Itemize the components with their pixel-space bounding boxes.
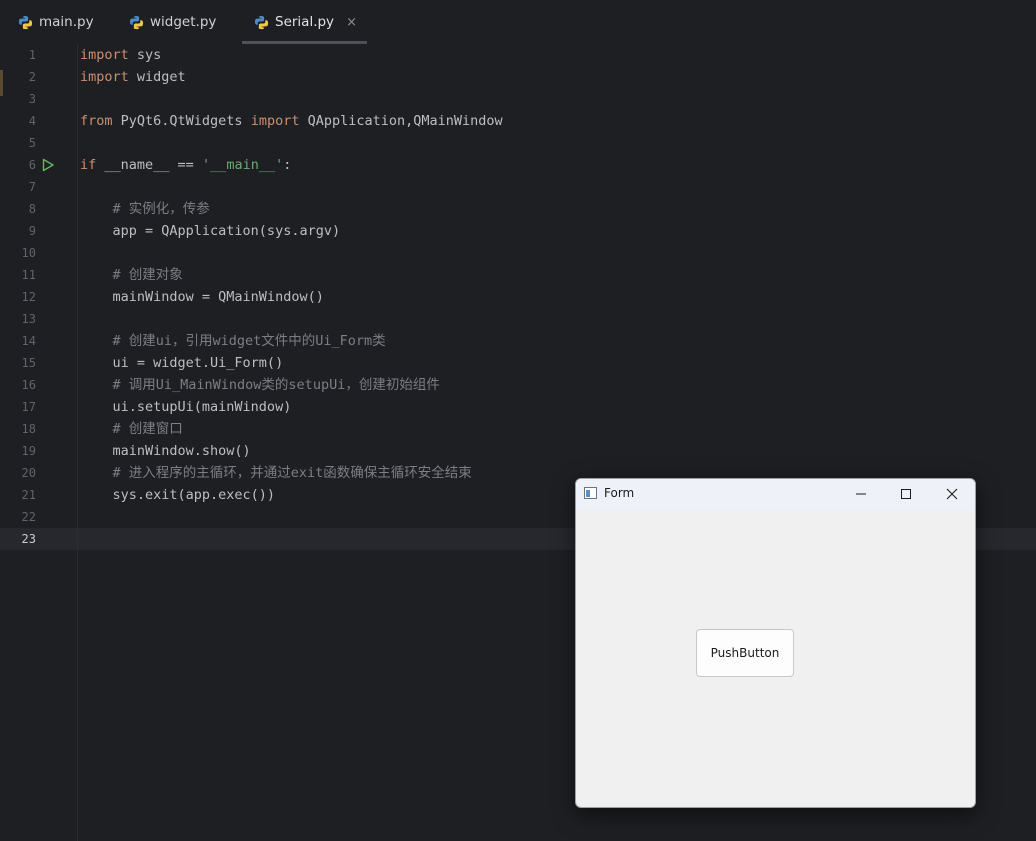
code-line: mainWindow = QMainWindow() — [80, 289, 324, 305]
line-number: 9 — [28, 224, 36, 238]
code-line: # 实例化，传参 — [112, 201, 210, 217]
tab-main-py[interactable]: main.py — [18, 0, 94, 44]
code-line: import sys — [80, 47, 162, 63]
code-line: mainWindow.show() — [80, 443, 251, 459]
line-number: 19 — [21, 444, 36, 458]
qt-form-window[interactable]: Form PushButton — [575, 478, 976, 808]
line-number: 15 — [21, 356, 36, 370]
code-line: from PyQt6.QtWidgets import QApplication… — [80, 113, 503, 129]
code-line: # 调用Ui_MainWindow类的setupUi，创建初始组件 — [112, 377, 440, 393]
push-button[interactable]: PushButton — [696, 629, 794, 677]
close-icon — [946, 488, 958, 500]
line-gutter: 1 2 3 4 5 6 7 8 9 10 11 12 13 14 15 16 1… — [0, 44, 78, 841]
code-line: # 创建窗口 — [112, 421, 183, 437]
minimize-icon — [856, 493, 866, 495]
line-number: 10 — [21, 246, 36, 260]
code-line: # 创建ui，引用widget文件中的Ui_Form类 — [112, 333, 386, 349]
tab-widget-py[interactable]: widget.py — [129, 0, 216, 44]
tab-serial-py[interactable]: Serial.py × — [242, 0, 367, 44]
line-number: 1 — [28, 48, 36, 62]
maximize-button[interactable] — [883, 479, 929, 509]
line-number: 2 — [28, 70, 36, 84]
python-icon — [18, 15, 33, 29]
close-button[interactable] — [929, 479, 975, 509]
maximize-icon — [901, 489, 911, 499]
line-number: 16 — [21, 378, 36, 392]
window-title: Form — [604, 486, 635, 500]
run-triangle-icon[interactable] — [41, 158, 55, 172]
line-number: 4 — [28, 114, 36, 128]
line-number: 17 — [21, 400, 36, 414]
window-app-icon — [584, 487, 597, 499]
tab-label: widget.py — [150, 14, 217, 30]
code-line: ui = widget.Ui_Form() — [80, 355, 284, 371]
window-title-bar[interactable]: Form — [576, 479, 975, 509]
minimize-button[interactable] — [838, 479, 884, 509]
code-line: if __name__ == '__main__': — [80, 157, 292, 173]
line-number: 22 — [21, 510, 36, 524]
python-icon — [129, 15, 144, 29]
code-line: import widget — [80, 69, 186, 85]
line-number-current: 23 — [21, 532, 36, 546]
tab-label: Serial.py — [275, 14, 335, 30]
line-number: 21 — [21, 488, 36, 502]
tab-label: main.py — [39, 14, 94, 30]
line-number: 20 — [21, 466, 36, 480]
line-number: 14 — [21, 334, 36, 348]
line-number: 5 — [28, 136, 36, 150]
code-line: # 创建对象 — [112, 267, 183, 283]
line-number: 3 — [28, 92, 36, 106]
line-number: 18 — [21, 422, 36, 436]
line-number: 7 — [28, 180, 36, 194]
line-number: 11 — [21, 268, 36, 282]
line-number: 8 — [28, 202, 36, 216]
code-line: # 进入程序的主循环，并通过exit函数确保主循环安全结束 — [112, 465, 472, 481]
editor-tab-bar: main.py widget.py Serial.py × — [0, 0, 1036, 45]
tab-close-icon[interactable]: × — [346, 15, 357, 30]
line-number: 13 — [21, 312, 36, 326]
line-number: 6 — [28, 158, 36, 172]
line-number: 12 — [21, 290, 36, 304]
code-line: app = QApplication(sys.argv) — [80, 223, 341, 239]
code-line: sys.exit(app.exec()) — [80, 487, 276, 503]
python-icon — [254, 15, 269, 29]
code-line: ui.setupUi(mainWindow) — [80, 399, 292, 415]
